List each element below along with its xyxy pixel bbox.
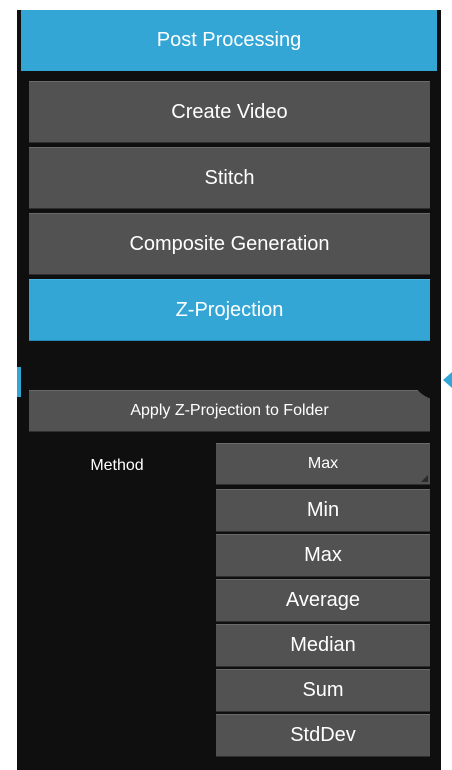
dropdown-corner-icon [421,475,428,482]
post-processing-panel: Post Processing Create Video Stitch Comp… [17,10,441,770]
method-label: Method [90,457,144,474]
method-option-stddev[interactable]: StdDev [216,714,430,757]
panel-title: Post Processing [21,10,437,71]
method-select-value: Max [307,455,339,472]
method-option-average[interactable]: Average [216,579,430,622]
method-option-max[interactable]: Max [216,534,430,577]
expand-arrow-icon[interactable] [443,372,452,388]
create-video-button[interactable]: Create Video [29,81,430,143]
collapse-handle-left[interactable] [17,367,21,397]
method-select[interactable]: Max [216,443,430,485]
method-option-sum[interactable]: Sum [216,669,430,712]
method-option-median[interactable]: Median [216,624,430,667]
z-projection-button[interactable]: Z-Projection [29,279,430,341]
stitch-button[interactable]: Stitch [29,147,430,209]
apply-z-projection-button[interactable]: Apply Z-Projection to Folder [29,390,430,432]
method-option-min[interactable]: Min [216,489,430,532]
composite-generation-button[interactable]: Composite Generation [29,213,430,275]
